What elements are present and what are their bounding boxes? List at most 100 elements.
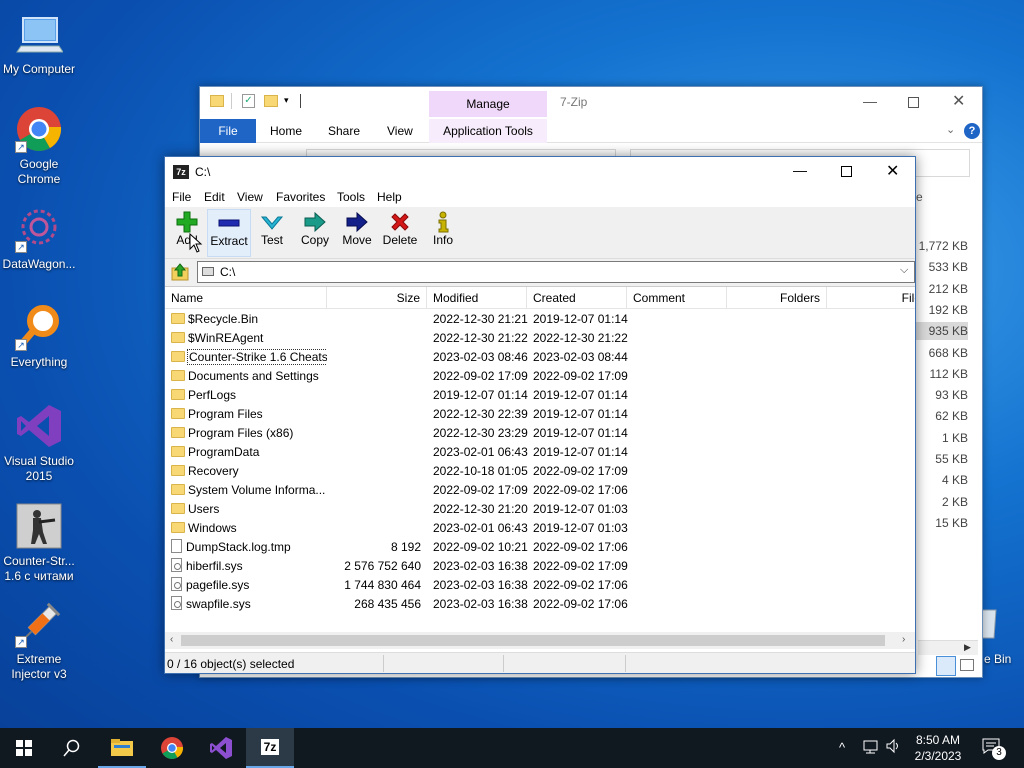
file-created-cell: 2019-12-07 01:03 [533,502,628,516]
desktop-icon-counter-strike[interactable]: Counter-Str... 1.6 с читами [0,502,78,584]
action-center-button[interactable]: 3 [982,738,1006,760]
horizontal-scrollbar[interactable]: ‹ › [165,632,915,649]
file-name: $Recycle.Bin [188,312,259,326]
file-row[interactable]: swapfile.sys 268 435 456 2023-02-03 16:38 2… [165,595,915,614]
ribbon-tab-share[interactable]: Share [328,124,360,138]
ribbon-tab-view[interactable]: View [387,124,413,138]
file-modified-cell: 2022-09-02 17:09 [433,483,528,497]
file-row[interactable]: Windows 2023-02-01 06:43 2019-12-07 01:03 [165,519,915,538]
test-button[interactable]: Test [253,209,291,257]
copy-label: Copy [300,233,329,247]
address-path: C:\ [220,265,236,279]
file-row[interactable]: Program Files (x86) 2022-12-30 23:29 2019-… [165,424,915,443]
menu-edit[interactable]: Edit [204,190,225,204]
ribbon-tab-file[interactable]: File [200,119,256,143]
menu-view[interactable]: View [237,190,263,204]
info-button[interactable]: Info [425,209,461,257]
chevron-down-icon[interactable]: ⌵ [900,264,908,277]
file-name: System Volume Informa... [188,483,326,497]
ribbon-tab-application-tools[interactable]: Application Tools [429,119,547,143]
delete-button[interactable]: Delete [379,209,421,257]
file-list[interactable]: Name Size Modified Created Comment Folde… [165,286,915,652]
file-name-cell: swapfile.sys [171,595,327,614]
help-icon[interactable]: ? [964,123,980,139]
move-button[interactable]: Move [337,209,377,257]
menu-file[interactable]: File [172,190,191,204]
file-row[interactable]: $Recycle.Bin 2022-12-30 21:21 2019-12-07 0… [165,310,915,329]
file-modified-cell: 2019-12-07 01:14 [433,388,528,402]
desktop-icon-visual-studio[interactable]: Visual Studio 2015 [0,402,78,484]
file-name-cell: Documents and Settings [171,367,327,386]
file-row[interactable]: hiberfil.sys 2 576 752 640 2023-02-03 16:3… [165,557,915,576]
file-row[interactable]: DumpStack.log.tmp 8 192 2022-09-02 10:21 20… [165,538,915,557]
scroll-left-icon[interactable]: ‹ [170,634,173,645]
7zip-icon: 7z [260,739,280,755]
search-button[interactable] [48,728,96,768]
file-modified-cell: 2022-09-02 17:09 [433,369,528,383]
file-row[interactable]: $WinREAgent 2022-12-30 21:22 2022-12-30 21… [165,329,915,348]
taskbar-visual-studio[interactable] [197,728,245,768]
start-button[interactable] [0,728,48,768]
desktop-icon-everything[interactable]: ↗ Everything [0,303,78,370]
new-folder-icon[interactable] [264,95,278,107]
column-header-size[interactable]: Size [327,287,427,309]
maximize-button[interactable] [908,97,919,108]
explorer-hscrollbar[interactable]: ▶ [918,640,978,655]
desktop-icon-datawagon[interactable]: ↗ DataWagon... [0,205,78,272]
menu-tools[interactable]: Tools [337,190,365,204]
menu-favorites[interactable]: Favorites [276,190,325,204]
minimize-button[interactable]: — [860,93,880,109]
folder-icon [171,370,185,381]
search-icon [63,739,80,757]
copy-button[interactable]: Copy [295,209,335,257]
arrow-right-icon [295,209,335,233]
ribbon-tab-home[interactable]: Home [270,124,302,138]
taskbar-7zip[interactable]: 7z [246,728,294,768]
close-button[interactable]: ✕ [952,91,965,111]
column-header-comment[interactable]: Comment [627,287,727,309]
file-row[interactable]: Program Files 2022-12-30 22:39 2019-12-07 … [165,405,915,424]
minimize-button[interactable]: — [793,162,807,178]
quick-access-dropdown-icon[interactable]: ▾ [284,95,289,106]
large-icons-view-icon[interactable] [960,659,974,671]
file-name-cell: Program Files [171,405,327,424]
scrollbar-thumb[interactable] [181,635,885,646]
file-row[interactable]: Counter-Strike 1.6 Cheats 2023-02-03 08:4… [165,348,915,367]
maximize-button[interactable] [841,166,852,177]
column-header-modified[interactable]: Modified [427,287,527,309]
file-row[interactable]: PerfLogs 2019-12-07 01:14 2019-12-07 01:14 [165,386,915,405]
column-header-folders[interactable]: Folders [727,287,827,309]
column-header-name[interactable]: Name [165,287,327,309]
file-row[interactable]: Recovery 2022-10-18 01:05 2022-09-02 17:09 [165,462,915,481]
show-hidden-icons-chevron-icon[interactable]: ^ [839,740,845,755]
file-created-cell: 2022-09-02 17:09 [533,464,628,478]
column-header-created[interactable]: Created [527,287,627,309]
extract-button[interactable]: Extract [207,209,251,257]
taskbar-clock[interactable]: 8:50 AM 2/3/2023 [908,732,968,764]
close-button[interactable]: ✕ [886,161,899,181]
network-icon[interactable] [862,740,880,754]
file-row[interactable]: Documents and Settings 2022-09-02 17:09 20… [165,367,915,386]
notification-badge: 3 [992,746,1006,760]
ribbon-expand-icon[interactable]: ⌄ [946,123,955,136]
properties-icon[interactable]: ✓ [242,94,255,108]
scroll-right-icon[interactable]: › [902,634,905,645]
file-row[interactable]: pagefile.sys 1 744 830 464 2023-02-03 16:3… [165,576,915,595]
desktop-icon-my-computer[interactable]: My Computer [0,10,78,77]
file-row[interactable]: ProgramData 2023-02-01 06:43 2019-12-07 01… [165,443,915,462]
file-row[interactable]: Users 2022-12-30 21:20 2019-12-07 01:03 [165,500,915,519]
details-view-icon[interactable] [936,656,956,676]
taskbar-file-explorer[interactable] [98,728,146,768]
explorer-ribbon-tabs: File Home Share View Application Tools ⌄… [200,119,982,143]
volume-icon[interactable] [886,738,902,754]
taskbar-chrome[interactable] [148,728,196,768]
7zip-window[interactable]: 7z C:\ — ✕ File Edit View Favorites Tool… [164,156,916,674]
menu-help[interactable]: Help [377,190,402,204]
desktop-icon-extreme-injector[interactable]: ↗ Extreme Injector v3 [0,600,78,682]
folder-up-icon[interactable] [170,262,190,282]
address-combobox[interactable]: C:\ ⌵ [197,261,915,283]
file-modified-cell: 2022-09-02 10:21 [433,540,528,554]
desktop-icon-google-chrome[interactable]: ↗ Google Chrome [0,105,78,187]
file-row[interactable]: System Volume Informa... 2022-09-02 17:09… [165,481,915,500]
column-header-files[interactable]: File [827,287,915,309]
